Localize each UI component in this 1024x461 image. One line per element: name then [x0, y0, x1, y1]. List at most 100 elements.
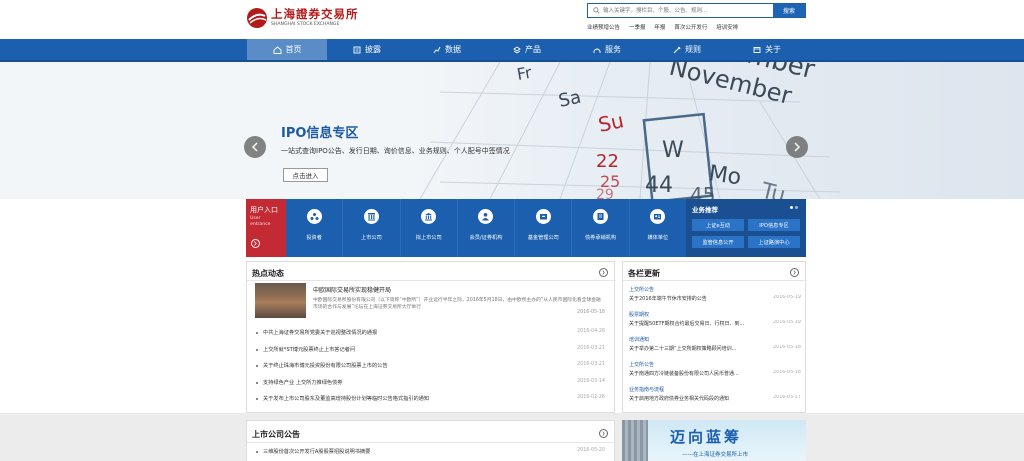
item-date: 2016-03-21 — [577, 346, 605, 351]
banner-title: IPO信息专区 — [281, 126, 359, 141]
more-icon[interactable] — [599, 268, 608, 277]
item-date: 2016-05-18 — [771, 345, 801, 350]
calendar-image: Fr Sa Su W Mo Tu November ember 22 25 29… — [419, 62, 841, 199]
sse-logo-icon — [247, 8, 267, 28]
featured-news[interactable]: 中欧国际交易所实现稳健开局 中欧国际交易所股份有限公司（以下简称“中欧所”）开业… — [255, 283, 607, 321]
user-entrance: 用户入口 User entrance — [246, 199, 286, 257]
search-input[interactable] — [588, 4, 773, 17]
quick-link[interactable]: 培训安排 — [716, 23, 738, 31]
category-label[interactable]: 上交所公告 — [629, 286, 654, 293]
biz-button-supervision[interactable]: 监管信息公开 — [692, 236, 744, 248]
about-icon — [753, 46, 761, 53]
nav-item-data[interactable]: 数据 — [407, 39, 487, 60]
nav-item-disclosure[interactable]: 披露 — [327, 39, 407, 60]
nav-item-rules[interactable]: 规则 — [647, 39, 727, 60]
list-item[interactable]: 支持绿色产业 上交所力推绿色债券 2016-03-14 — [255, 378, 607, 389]
listed-company-icon — [367, 213, 375, 221]
tile-member[interactable]: 会员/证券机构 — [458, 199, 516, 257]
biz-button-roadshow[interactable]: 上证路演中心 — [748, 236, 800, 248]
item-text: 关于南通四方冷链装备股份有限公司人民币普通... — [629, 371, 739, 377]
calendar-word: Sa — [557, 87, 583, 112]
hero-banner[interactable]: Fr Sa Su W Mo Tu November ember 22 25 29… — [0, 62, 1024, 199]
category-label[interactable]: 业务指南与流程 — [629, 386, 664, 393]
calendar-word: Tu — [758, 178, 788, 199]
business-title: 业务推荐 — [692, 206, 718, 214]
list-item[interactable]: 中共上海证券交易所党委关于巡视整改情况的通报 2016-04-26 — [255, 328, 607, 339]
tile-label: 上市公司 — [361, 235, 382, 241]
item-date: 2016-05-19 — [771, 295, 801, 300]
featured-desc: 中欧国际交易所股份有限公司（以下简称“中欧所”）开业运行半年之际，2016年5月… — [313, 298, 601, 310]
tile-label: 基金管理公司 — [527, 235, 559, 241]
tile-pre-ipo[interactable]: 拟上市公司 — [401, 199, 458, 257]
item-text: 三维股份首次公开发行A股股票招股说明书摘要 — [263, 449, 371, 455]
business-recommend: 业务推荐 上证e互动 IPO信息专区 监管信息公开 上证路演中心 — [686, 199, 806, 257]
arrow-right-icon[interactable] — [251, 239, 260, 248]
tile-bond[interactable]: 债券承销机构 — [572, 199, 630, 257]
biz-button-ipo[interactable]: IPO信息专区 — [748, 219, 800, 231]
item-date: 2016-03-21 — [577, 362, 605, 367]
tile-listed-company[interactable]: 上市公司 — [343, 199, 401, 257]
nav-label: 产品 — [525, 45, 541, 54]
featured-title[interactable]: 中欧国际交易所实现稳健开局 — [313, 285, 391, 294]
calendar-word: W — [662, 138, 684, 163]
main-nav: 首页 披露 数据 产品 服务 规则 关于 — [0, 39, 1024, 62]
rules-icon — [673, 46, 681, 53]
tile-investor[interactable]: 投资者 — [286, 199, 344, 257]
data-icon — [433, 46, 441, 53]
item-text: 中共上海证券交易所党委关于巡视整改情况的通报 — [263, 330, 378, 336]
quick-link[interactable]: 业绩预增公告 — [587, 23, 620, 31]
quick-link[interactable]: 首次公开发行 — [674, 23, 707, 31]
category-label[interactable]: 培训通知 — [629, 336, 649, 343]
biz-button-e-interact[interactable]: 上证e互动 — [692, 219, 744, 231]
carousel-dots[interactable] — [790, 206, 798, 209]
carousel-prev-button[interactable] — [244, 136, 266, 158]
nav-item-product[interactable]: 产品 — [487, 39, 567, 60]
media-icon — [654, 214, 662, 220]
enter-button[interactable]: 点击进入 — [283, 168, 328, 182]
pre-ipo-icon — [425, 213, 433, 221]
item-text: 上交所就*ST博元股票终止上市答记者问 — [263, 347, 356, 353]
list-item[interactable]: 关于举办第二十三期“上交所期权策略顾问培训... 2016-05-18 — [629, 345, 801, 353]
nav-label: 数据 — [445, 45, 461, 54]
item-date: 2016-05-20 — [577, 448, 605, 453]
list-item[interactable]: 关于发布上市公司股东及董监高增持股份计划等临时公告格式指引的通知 2016-02-… — [255, 394, 607, 405]
more-icon[interactable] — [790, 268, 799, 277]
tile-fund[interactable]: 基金管理公司 — [515, 199, 573, 257]
list-item[interactable]: 上交所就*ST博元股票终止上市答记者问 2016-03-21 — [255, 345, 607, 356]
calendar-word: Su — [596, 108, 626, 137]
nav-label: 服务 — [605, 45, 621, 54]
carousel-next-button[interactable] — [786, 136, 808, 158]
list-item[interactable]: 关于2016年端午节休市安排的公告 2016-05-19 — [629, 295, 801, 303]
search-button[interactable]: 搜索 — [773, 4, 805, 17]
list-item[interactable]: 关于启用地方政府债券业务相关代码段的通知 2016-05-17 — [629, 395, 801, 403]
category-label[interactable]: 股票期权 — [629, 311, 649, 318]
logo-chinese: 上海證券交易所 — [271, 7, 359, 21]
entrance-en-line2: entrance — [250, 222, 271, 227]
tile-media[interactable]: 媒体单位 — [630, 199, 686, 257]
nav-item-about[interactable]: 关于 — [727, 39, 807, 60]
user-tiles: 投资者 上市公司 拟上市公司 会员/证券机构 基金管理公司 债券承销机构 媒体单… — [286, 199, 686, 257]
hot-news-panel: 热点动态 中欧国际交易所实现稳健开局 中欧国际交易所股份有限公司（以下简称“中欧… — [246, 261, 616, 413]
list-item[interactable]: 关于终止珠海市博元投资股份有限公司股票上市的公告 2016-03-21 — [255, 361, 607, 372]
sse-logo[interactable]: 上海證券交易所 SHANGHAI STOCK EXCHANGE — [246, 5, 358, 31]
item-text: 支持绿色产业 上交所力推绿色债券 — [263, 380, 343, 386]
search-box: 搜索 — [587, 3, 806, 18]
news-photo — [255, 283, 306, 318]
item-text: 关于发布上市公司股东及董监高增持股份计划等临时公告格式指引的通知 — [263, 396, 430, 402]
nav-label: 规则 — [685, 45, 701, 54]
quick-link[interactable]: 年报 — [654, 23, 665, 31]
nav-item-home[interactable]: 首页 — [247, 39, 327, 60]
more-icon[interactable] — [599, 429, 608, 438]
entrance-title: 用户入口 — [250, 206, 278, 214]
list-item[interactable]: 三维股份首次公开发行A股股票招股说明书摘要 2016-05-20 — [255, 447, 607, 458]
promo-banner[interactable]: 迈向蓝筹 ——在上海证券交易所上市 — [622, 420, 806, 461]
item-text: 关于2016年端午节休市安排的公告 — [629, 296, 707, 302]
category-label[interactable]: 上交所公告 — [629, 361, 654, 368]
tile-label: 投资者 — [306, 235, 322, 241]
nav-item-service[interactable]: 服务 — [567, 39, 647, 60]
bond-icon — [597, 213, 604, 220]
quick-link[interactable]: 一季报 — [629, 23, 646, 31]
list-item[interactable]: 关于南通四方冷链装备股份有限公司人民币普通... 2016-05-18 — [629, 370, 801, 378]
list-item[interactable]: 关于提醒50ETF期权合约最后交易日、行权日、到... 2016-05-19 — [629, 320, 801, 328]
nav-label: 关于 — [765, 45, 781, 54]
